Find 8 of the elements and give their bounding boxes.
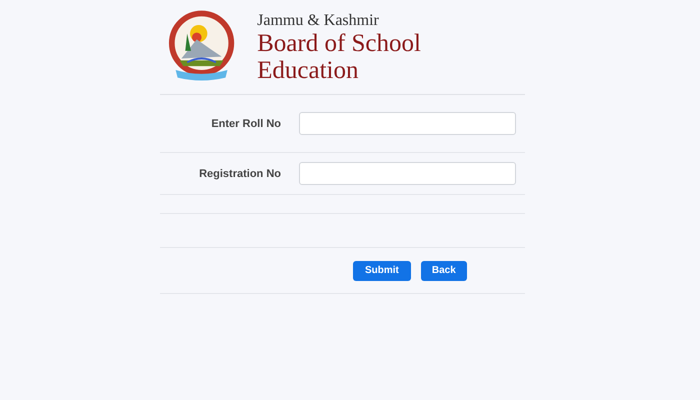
header-subtitle: Jammu & Kashmir — [257, 12, 380, 30]
field-label: Registration No — [198, 168, 281, 180]
back-button[interactable]: Back — [420, 260, 467, 280]
submit-button[interactable]: Submit — [353, 260, 411, 280]
input-field[interactable] — [299, 112, 516, 135]
header-title: Board of School Education — [257, 30, 422, 84]
field-label: Enter Roll No — [210, 118, 281, 130]
input-field[interactable] — [299, 162, 516, 185]
